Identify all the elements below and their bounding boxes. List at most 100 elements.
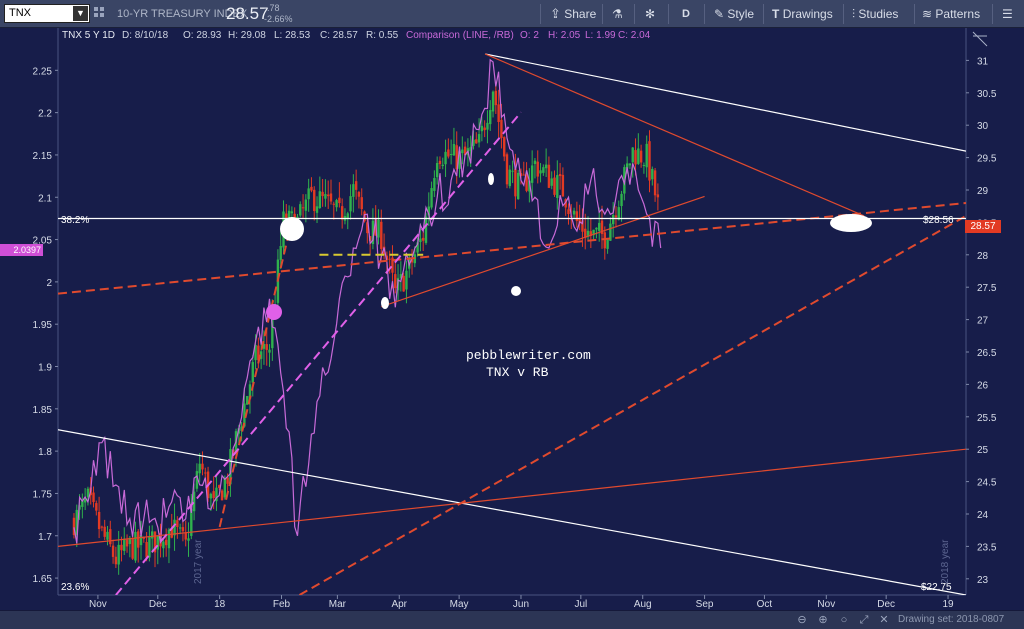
candle-body xyxy=(176,520,179,528)
y-right-tick-label: 25.5 xyxy=(977,413,997,424)
studies-label: Studies xyxy=(858,7,899,21)
year-2017-label: 2017 year xyxy=(193,539,204,584)
candle-body xyxy=(544,164,548,169)
chart-app: TNX ▼ 10-YR TREASURY INDEX 28.57 -.78 -2… xyxy=(0,0,1024,629)
candle-body xyxy=(321,191,324,197)
marker-white-small xyxy=(488,173,494,185)
candle-body xyxy=(354,181,358,190)
candle-body xyxy=(360,197,363,210)
patterns-button[interactable]: ≋ Patterns xyxy=(922,0,980,28)
symbol-change: -.78 -2.66% xyxy=(264,3,293,25)
x-tick-label: Oct xyxy=(757,599,773,610)
x-tick-label: Dec xyxy=(877,599,895,610)
x-tick-label: 18 xyxy=(214,599,226,610)
x-tick-label: 19 xyxy=(942,599,954,610)
drawings-button[interactable]: T Drawings xyxy=(772,0,833,28)
flask-button[interactable]: ⚗ xyxy=(612,0,623,28)
more-button[interactable]: ☰ xyxy=(1002,0,1013,28)
x-tick-label: Aug xyxy=(634,599,652,610)
y-left-tick-label: 1.7 xyxy=(38,532,52,543)
share-button[interactable]: ⇪ Share xyxy=(550,0,596,28)
candle-body xyxy=(572,210,576,215)
candle-body xyxy=(338,197,341,204)
candle-body xyxy=(103,526,106,537)
zoom-in-icon[interactable]: ⊕ xyxy=(816,613,830,627)
candle-body xyxy=(134,531,137,561)
candle-body xyxy=(150,531,154,539)
candle-body xyxy=(318,191,322,209)
year-2018-label: 2018 year xyxy=(940,539,951,584)
candle-body xyxy=(123,538,126,551)
y-left-tick-label: 2.15 xyxy=(33,151,53,162)
candle-body xyxy=(617,207,620,220)
y-left-tick-label: 1.85 xyxy=(33,405,53,416)
candle-body xyxy=(567,209,570,215)
candle-body xyxy=(508,169,512,187)
candle-body xyxy=(503,137,506,157)
candle-body xyxy=(500,119,503,138)
zoom-out-icon[interactable]: ⊖ xyxy=(795,613,809,627)
candle-body xyxy=(539,170,542,174)
header-c-close: C: 2.04 xyxy=(618,30,651,41)
candle-body xyxy=(536,161,539,177)
toolbar-divider xyxy=(540,4,541,24)
candle-body xyxy=(111,545,115,557)
candle-body xyxy=(550,178,553,186)
candle-body xyxy=(117,544,120,565)
y-right-tick-label: 24 xyxy=(977,510,989,521)
candle-body xyxy=(201,463,204,470)
patterns-label: Patterns xyxy=(935,7,981,21)
x-tick-label: Dec xyxy=(149,599,167,610)
candle-body xyxy=(97,511,101,530)
x-tick-label: Apr xyxy=(391,599,407,610)
patterns-icon: ≋ xyxy=(922,7,933,21)
toolbar-divider xyxy=(634,4,635,24)
candle-body xyxy=(402,275,405,292)
candle-body xyxy=(290,211,294,214)
x-tick-label: Jul xyxy=(574,599,587,610)
gear-icon: ✻ xyxy=(645,7,656,21)
candle-body xyxy=(310,186,313,191)
studies-button[interactable]: ⫶ Studies xyxy=(852,0,898,28)
style-button[interactable]: ✎ Style xyxy=(714,0,754,28)
candle-body xyxy=(461,149,464,154)
gear-button[interactable]: ✻ xyxy=(645,0,655,28)
chevron-down-icon[interactable]: ▼ xyxy=(73,6,88,21)
y-right-tick-label: 23 xyxy=(977,575,989,586)
change-value: -.78 xyxy=(264,3,280,13)
toolbar-divider xyxy=(992,4,993,24)
toolbar-divider xyxy=(668,4,669,24)
marker-white-ellipse xyxy=(830,214,872,232)
price-chart[interactable]: TNX 5 Y 1D D: 8/10/18 O: 28.93 H: 29.08 … xyxy=(0,28,1024,610)
toolbar-divider xyxy=(704,4,705,24)
reset-icon[interactable]: ✕ xyxy=(877,613,891,627)
bottom-bar: ⊖ ⊕ ○ ⤢ ✕ Drawing set: 2018-0807 xyxy=(0,610,1024,629)
y-left-tick-label: 2.1 xyxy=(38,193,52,204)
candle-body xyxy=(125,539,129,547)
candle-body xyxy=(178,527,182,529)
candle-body xyxy=(516,172,520,200)
symbol-price: 28.57 xyxy=(226,4,269,23)
pan-icon[interactable]: ⤢ xyxy=(857,613,871,627)
candle-body xyxy=(444,151,447,165)
symbol-input[interactable]: TNX ▼ xyxy=(4,4,90,23)
candle-body xyxy=(148,536,151,558)
drawing-set-label: Drawing set: 2018-0807 xyxy=(898,614,1005,625)
candle-body xyxy=(447,149,450,157)
circle-icon[interactable]: ○ xyxy=(837,613,851,627)
style-label: Style xyxy=(727,7,755,21)
y-left-tick-label: 1.95 xyxy=(33,320,53,331)
marker-white-small xyxy=(381,297,389,309)
candle-body xyxy=(324,194,327,199)
style-icon: ✎ xyxy=(714,7,725,21)
candle-body xyxy=(430,188,433,208)
candle-body xyxy=(489,110,492,125)
period-button[interactable]: D xyxy=(682,0,690,28)
candle-body xyxy=(480,125,484,132)
grid-icon[interactable] xyxy=(93,6,105,22)
candle-body xyxy=(162,541,165,549)
candle-body xyxy=(352,184,355,197)
y-left-tick-label: 2.2 xyxy=(38,109,52,120)
candle-body xyxy=(304,199,308,211)
tnx-price-tag: 28.57 xyxy=(965,220,1001,233)
